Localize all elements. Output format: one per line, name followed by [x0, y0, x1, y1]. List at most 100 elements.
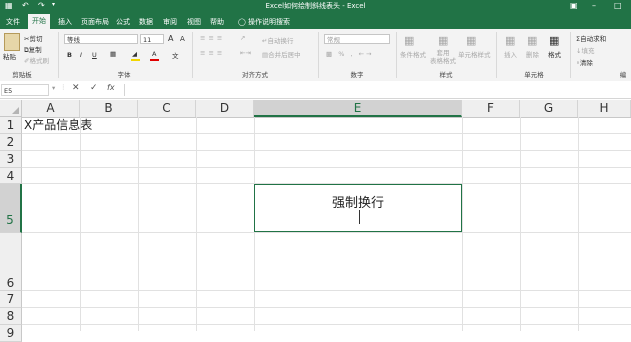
grow-font-button[interactable]: A [168, 34, 173, 43]
tab-page-layout[interactable]: 页面布局 [78, 15, 112, 29]
clear-button[interactable]: ◦清除 [576, 57, 593, 67]
format-painter-button[interactable]: ✐格式刷 [24, 55, 49, 65]
phonetic-icon[interactable]: 文 [172, 50, 179, 60]
select-all-button[interactable] [0, 100, 22, 117]
column-header-c[interactable]: C [138, 100, 196, 117]
column-header-e[interactable]: E [254, 100, 462, 117]
format-as-table-button[interactable]: 套用 表格格式 [430, 49, 456, 65]
font-color-icon[interactable]: A [152, 50, 156, 58]
fill-color-bar [131, 59, 140, 61]
styles-group-label: 样式 [439, 71, 453, 79]
paste-button[interactable]: 粘贴 [3, 51, 16, 61]
column-header-g[interactable]: G [520, 100, 578, 117]
italic-button[interactable]: I [80, 51, 82, 59]
horizontal-align-icons[interactable]: ≡≡≡ [200, 49, 225, 57]
cell-e5-editor[interactable]: 强制换行 [254, 184, 462, 232]
underline-button[interactable]: U [92, 51, 97, 59]
number-format-select[interactable]: 常规 [324, 34, 390, 44]
gridline [22, 232, 631, 233]
tab-review[interactable]: 审阅 [161, 15, 179, 29]
row-header-4[interactable]: 4 [0, 168, 22, 184]
divider [496, 32, 497, 78]
fill-color-icon[interactable]: ◢ [132, 50, 137, 58]
insert-cells-icon[interactable]: ▦ [505, 34, 515, 47]
gridline [22, 290, 631, 291]
number-group-label: 数字 [350, 71, 364, 79]
text-cursor [359, 210, 360, 224]
enter-icon[interactable]: ✓ [90, 83, 98, 93]
formula-bar: E5 ▾ ⋮ ✕ ✓ fx [0, 81, 631, 99]
row-header-7[interactable]: 7 [0, 291, 22, 308]
insert-cells-button[interactable]: 插入 [504, 49, 517, 59]
divider [318, 32, 319, 78]
format-cells-icon[interactable]: ▦ [549, 34, 559, 47]
row-header-3[interactable]: 3 [0, 151, 22, 168]
font-color-bar [150, 59, 159, 61]
font-size-select[interactable]: 11 [140, 34, 164, 44]
insert-function-button[interactable]: fx [107, 83, 115, 92]
format-as-table-icon[interactable]: ▦ [438, 34, 448, 47]
maximize-icon[interactable]: □ [614, 1, 622, 10]
alignment-group-label: 对齐方式 [242, 71, 268, 79]
conditional-format-icon[interactable]: ▦ [404, 34, 414, 47]
conditional-format-button[interactable]: 条件格式 [400, 49, 426, 59]
row-header-1[interactable]: 1 [0, 117, 22, 134]
column-header-f[interactable]: F [462, 100, 520, 117]
indent-icon[interactable]: ⇤⇥ [240, 49, 251, 57]
tell-me-search[interactable]: ◯ 操作说明搜索 [234, 15, 294, 29]
minimize-icon[interactable]: – [592, 1, 596, 10]
paste-icon[interactable] [4, 33, 20, 51]
column-header-d[interactable]: D [196, 100, 254, 117]
font-name-select[interactable]: 等线 [64, 34, 138, 44]
autosum-button[interactable]: Σ自动求和 [576, 33, 606, 43]
copy-button[interactable]: ⧉复制 [24, 44, 42, 55]
formula-divider-icon: ⋮ [60, 83, 67, 91]
divider [570, 32, 571, 78]
tab-formulas[interactable]: 公式 [114, 15, 132, 29]
top-align-icons[interactable]: ≡≡≡ [200, 34, 225, 42]
row-header-5[interactable]: 5 [0, 184, 22, 233]
wrap-text-button[interactable]: ↵自动换行 [262, 35, 293, 45]
bold-button[interactable]: B [67, 51, 72, 59]
cell-styles-button[interactable]: 单元格样式 [458, 49, 491, 59]
tab-insert[interactable]: 插入 [54, 15, 76, 29]
name-box[interactable]: E5 [1, 84, 49, 96]
gridline [22, 133, 631, 134]
fill-button[interactable]: ↓填充 [576, 45, 594, 55]
divider [58, 32, 59, 78]
row-header-9[interactable]: 9 [0, 325, 22, 342]
row-header-2[interactable]: 2 [0, 134, 22, 151]
cut-button[interactable]: ✂剪切 [24, 33, 42, 43]
border-icon[interactable]: ▦ [110, 50, 116, 58]
shrink-font-button[interactable]: A [180, 35, 185, 43]
delete-cells-button[interactable]: 删除 [526, 49, 539, 59]
tab-home[interactable]: 开始 [28, 14, 50, 29]
merge-center-button[interactable]: ▤合并后居中 [262, 49, 301, 59]
cancel-icon[interactable]: ✕ [72, 83, 80, 93]
column-header-h[interactable]: H [578, 100, 631, 117]
select-all-triangle-icon [12, 107, 19, 114]
orientation-icon[interactable]: ↗ [240, 34, 245, 42]
gridline [22, 324, 631, 325]
gridline [22, 150, 631, 151]
delete-cells-icon[interactable]: ▦ [527, 34, 537, 47]
format-cells-button[interactable]: 格式 [548, 49, 561, 59]
font-group-label: 字体 [117, 71, 131, 79]
column-header-b[interactable]: B [80, 100, 138, 117]
tab-view[interactable]: 视图 [185, 15, 203, 29]
row-header-8[interactable]: 8 [0, 308, 22, 325]
gridline [22, 307, 631, 308]
ribbon: 粘贴 ✂剪切 ⧉复制 ✐格式刷 剪贴板 等线 11 A A B I U ▦ ◢ … [0, 29, 631, 82]
tab-data[interactable]: 数据 [137, 15, 155, 29]
formula-input[interactable] [124, 84, 631, 96]
column-header-a[interactable]: A [22, 100, 80, 117]
name-box-dropdown-icon[interactable]: ▾ [52, 84, 55, 92]
ribbon-options-icon[interactable]: ▣ [570, 1, 578, 10]
cell-a1[interactable]: X产品信息表 [24, 117, 92, 134]
row-header-6[interactable]: 6 [0, 233, 22, 291]
tab-file[interactable]: 文件 [2, 15, 24, 29]
number-format-icons[interactable]: ▩ % , ←→ [326, 50, 373, 58]
cell-styles-icon[interactable]: ▦ [466, 34, 476, 47]
tab-help[interactable]: 帮助 [208, 15, 226, 29]
divider [396, 32, 397, 78]
